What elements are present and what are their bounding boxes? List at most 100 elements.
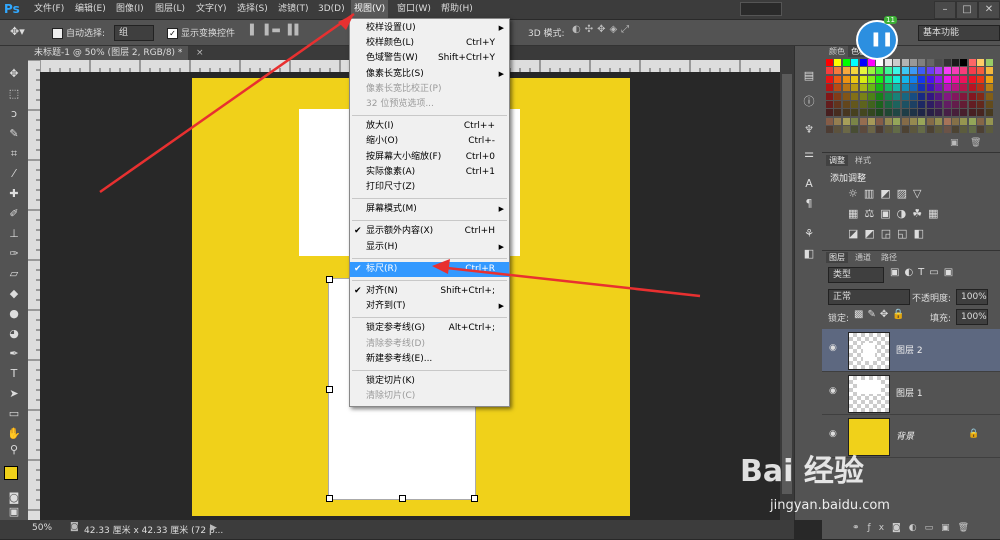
color-swatch[interactable]	[859, 117, 867, 125]
swatch-delete-icon[interactable]: 🗑	[970, 138, 981, 148]
color-swatch[interactable]	[876, 75, 884, 83]
color-swatch[interactable]	[935, 101, 943, 108]
color-swatch[interactable]	[918, 117, 926, 125]
eraser-tool-icon[interactable]: ▱	[4, 266, 24, 282]
view-menu-item[interactable]: 锁定参考线(G) Alt+Ctrl+;	[350, 321, 509, 336]
color-swatch[interactable]	[842, 117, 850, 125]
color-swatch[interactable]	[834, 67, 842, 75]
color-swatch[interactable]	[868, 84, 875, 92]
pen-tool-icon[interactable]: ✒	[4, 346, 24, 362]
color-swatch[interactable]	[834, 117, 842, 125]
color-swatch[interactable]	[868, 92, 875, 100]
history-brush-tool-icon[interactable]: ✑	[4, 246, 24, 262]
brush-tool-icon[interactable]: ✐	[4, 206, 24, 222]
color-swatch[interactable]	[968, 101, 976, 108]
color-swatch[interactable]	[977, 117, 985, 125]
color-swatch[interactable]	[918, 126, 926, 134]
blend-mode-dropdown[interactable]: 正常	[828, 289, 910, 305]
view-menu-item[interactable]: 对齐到(T) ▶	[350, 299, 509, 314]
color-swatch[interactable]	[893, 75, 901, 83]
color-swatch[interactable]	[977, 92, 985, 100]
color-swatch[interactable]	[935, 59, 943, 66]
color-swatch[interactable]	[876, 101, 884, 108]
color-swatch[interactable]	[893, 101, 901, 108]
color-swatch[interactable]	[851, 75, 859, 83]
color-swatch[interactable]	[952, 117, 959, 125]
color-swatch[interactable]	[851, 67, 859, 75]
view-menu-item[interactable]: 显示(H) ▶	[350, 240, 509, 255]
color-swatch[interactable]	[901, 109, 909, 117]
zoom-level[interactable]: 50%	[32, 523, 52, 533]
view-menu-item[interactable]: 色域警告(W) Shift+Ctrl+Y	[350, 51, 509, 66]
transform-handle[interactable]	[471, 495, 478, 502]
scrollbar-thumb[interactable]	[782, 74, 792, 494]
color-swatch[interactable]	[901, 84, 909, 92]
color-swatch[interactable]	[868, 75, 875, 83]
color-swatch[interactable]	[834, 75, 842, 83]
maximize-button[interactable]: □	[956, 1, 978, 19]
color-swatch[interactable]	[968, 109, 976, 117]
view-menu-item[interactable]: 缩小(O) Ctrl+-	[350, 134, 509, 149]
tab-adjustments[interactable]: 调整	[826, 155, 848, 166]
color-swatch[interactable]	[851, 92, 859, 100]
color-swatch[interactable]	[968, 67, 976, 75]
color-swatch[interactable]	[926, 84, 934, 92]
foreground-color-swatch[interactable]	[4, 466, 18, 480]
color-swatch[interactable]	[943, 92, 951, 100]
view-menu-item[interactable]: 新建参考线(E)...	[350, 352, 509, 367]
path-select-tool-icon[interactable]: ➤	[4, 386, 24, 402]
color-swatch[interactable]	[952, 75, 959, 83]
color-swatch[interactable]	[926, 59, 934, 66]
color-swatch[interactable]	[960, 75, 968, 83]
color-swatch[interactable]	[826, 101, 833, 108]
color-swatch[interactable]	[859, 59, 867, 66]
layer-filter-icons[interactable]: ▣◐T▭▣	[890, 267, 958, 278]
swatches-grid[interactable]	[826, 59, 994, 134]
color-swatch[interactable]	[952, 59, 959, 66]
view-menu-item[interactable]: 放大(I) Ctrl++	[350, 119, 509, 134]
color-swatch[interactable]	[943, 126, 951, 134]
healing-brush-tool-icon[interactable]: ✚	[4, 186, 24, 202]
color-swatch[interactable]	[926, 101, 934, 108]
status-info-icon[interactable]: ◙	[70, 522, 79, 532]
view-menu-item[interactable]: 校样设置(U) ▶	[350, 21, 509, 36]
view-menu-item[interactable]: 像素长宽比(S) ▶	[350, 67, 509, 82]
auto-select-checkbox[interactable]	[52, 28, 63, 39]
workspace-dropdown[interactable]: 基本功能	[918, 25, 1000, 41]
color-swatch[interactable]	[918, 67, 926, 75]
transform-handle[interactable]	[326, 495, 333, 502]
tab-channels[interactable]: 通道	[852, 252, 874, 263]
color-swatch[interactable]	[834, 84, 842, 92]
color-swatch[interactable]	[968, 59, 976, 66]
color-swatch[interactable]	[952, 84, 959, 92]
color-swatch[interactable]	[910, 67, 917, 75]
color-swatch[interactable]	[884, 75, 892, 83]
visibility-eye-icon[interactable]: ◉	[829, 343, 839, 353]
color-swatch[interactable]	[851, 59, 859, 66]
swatch-new-icon[interactable]: ▣	[950, 138, 959, 148]
color-swatch[interactable]	[884, 117, 892, 125]
color-swatch[interactable]	[901, 126, 909, 134]
view-menu-item[interactable]: ✔ 显示额外内容(X) Ctrl+H	[350, 224, 509, 239]
color-swatch[interactable]	[842, 101, 850, 108]
color-swatch[interactable]	[868, 67, 875, 75]
color-swatch[interactable]	[901, 67, 909, 75]
color-swatch[interactable]	[901, 101, 909, 108]
floating-pause-widget[interactable]: ❚❚ 11	[856, 16, 898, 60]
clone-source-icon[interactable]: ◧	[799, 246, 819, 262]
crop-tool-icon[interactable]: ⌗	[4, 146, 24, 162]
color-swatch[interactable]	[834, 101, 842, 108]
adjustment-icons-row-1[interactable]: ☼▥◩▨▽	[848, 187, 928, 200]
color-swatch[interactable]	[893, 109, 901, 117]
color-swatch[interactable]	[826, 109, 833, 117]
color-swatch[interactable]	[968, 75, 976, 83]
color-swatch[interactable]	[960, 59, 968, 66]
clone-stamp-tool-icon[interactable]: ⊥	[4, 226, 24, 242]
tool-presets-icon[interactable]: ⚘	[799, 226, 819, 242]
color-swatch[interactable]	[960, 101, 968, 108]
hand-tool-icon[interactable]: ✋	[4, 426, 24, 442]
character-panel-icon[interactable]: A	[799, 176, 819, 192]
menu-window[interactable]: 窗口(W)	[397, 0, 431, 19]
menu-edit[interactable]: 编辑(E)	[75, 0, 106, 19]
color-swatch[interactable]	[851, 126, 859, 134]
